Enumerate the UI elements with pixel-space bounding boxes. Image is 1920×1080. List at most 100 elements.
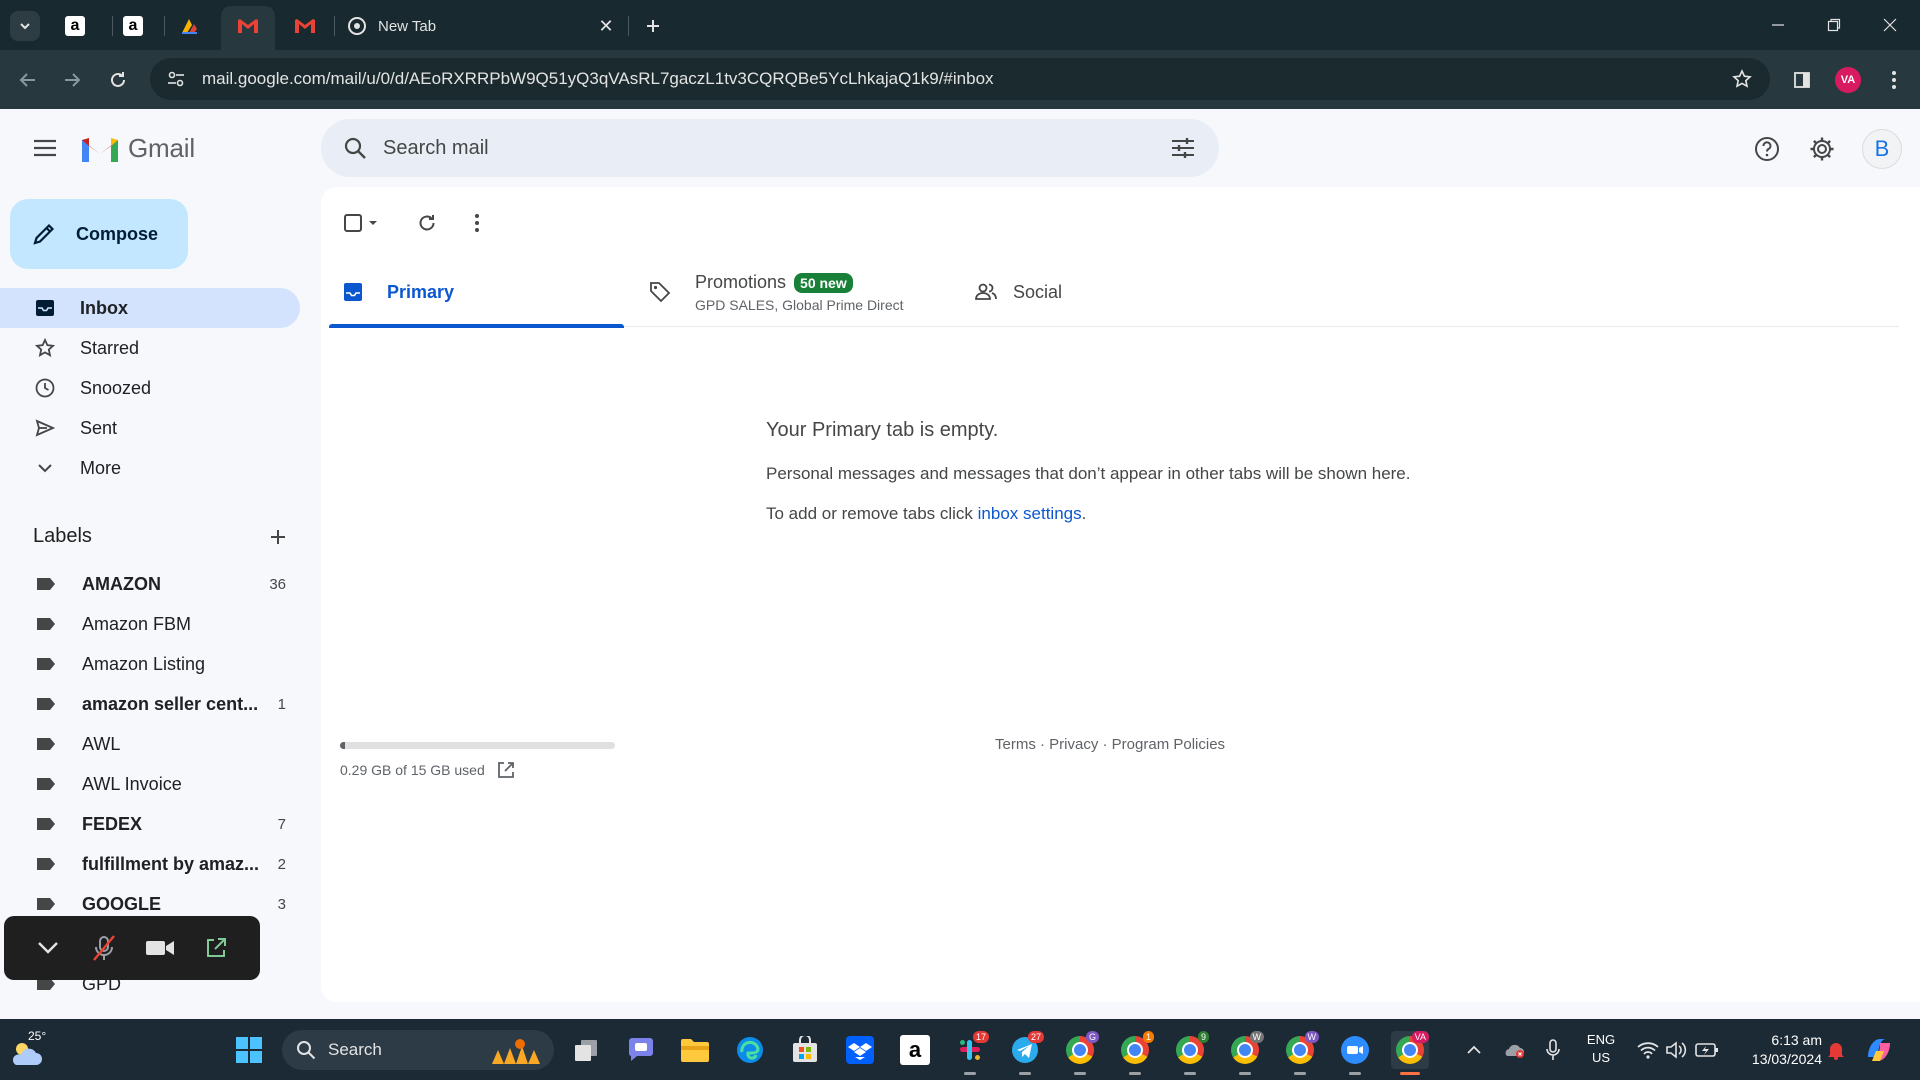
chrome-window-button[interactable]: 9 xyxy=(1171,1031,1209,1075)
reload-button[interactable] xyxy=(102,64,134,96)
browser-menu-button[interactable] xyxy=(1878,64,1910,96)
search-options-icon[interactable] xyxy=(1155,137,1211,159)
more-actions-button[interactable] xyxy=(459,205,495,241)
notification-badge: 17 xyxy=(972,1031,989,1043)
open-external-button[interactable] xyxy=(196,928,236,968)
weather-widget[interactable]: 25° xyxy=(8,1029,54,1071)
profile-badge: G xyxy=(1085,1031,1099,1043)
telegram-button[interactable]: 27 xyxy=(1006,1031,1044,1075)
tab-primary[interactable]: Primary xyxy=(329,257,624,328)
sidebar-item-inbox[interactable]: Inbox xyxy=(0,288,300,328)
url-text[interactable]: mail.google.com/mail/u/0/d/AEoRXRRPbW9Q5… xyxy=(202,69,1722,89)
browser-profile-button[interactable]: VA xyxy=(1832,64,1864,96)
volume-button[interactable] xyxy=(1662,1031,1690,1069)
tab-search-button[interactable] xyxy=(10,11,40,41)
collapse-button[interactable] xyxy=(28,928,68,968)
label-item[interactable]: Amazon Listing xyxy=(0,644,300,684)
new-tab-button[interactable] xyxy=(640,13,666,39)
label-count: 7 xyxy=(277,815,286,833)
account-avatar[interactable]: B xyxy=(1862,129,1902,169)
wifi-icon xyxy=(1637,1042,1659,1059)
address-bar[interactable]: mail.google.com/mail/u/0/d/AEoRXRRPbW9Q5… xyxy=(150,58,1770,100)
tab-promotions[interactable]: Promotions 50 new GPD SALES, Global Prime… xyxy=(649,257,944,327)
main-menu-button[interactable] xyxy=(24,127,66,169)
label-item[interactable]: FEDEX 7 xyxy=(0,804,300,844)
label-item[interactable]: amazon seller cent... 1 xyxy=(0,684,300,724)
settings-button[interactable] xyxy=(1802,129,1842,169)
teams-chat-button[interactable] xyxy=(622,1031,660,1069)
browser-tab-gmail[interactable] xyxy=(278,6,332,46)
sidebar-item-snoozed[interactable]: Snoozed xyxy=(0,368,300,408)
amazon-app-button[interactable]: a xyxy=(896,1031,934,1069)
browser-tab-amazon-2[interactable]: a xyxy=(106,6,160,46)
search-input[interactable] xyxy=(383,136,1155,160)
chrome-window-button[interactable]: W xyxy=(1226,1031,1264,1075)
chrome-window-button[interactable]: G xyxy=(1061,1031,1099,1075)
input-language-indicator[interactable]: ENG US xyxy=(1578,1031,1624,1067)
task-view-button[interactable] xyxy=(567,1031,605,1069)
create-label-button[interactable] xyxy=(264,523,292,551)
label-item[interactable]: AMAZON 36 xyxy=(0,564,300,604)
promotions-senders: GPD SALES, Global Prime Direct xyxy=(695,296,904,313)
tab-label: Primary xyxy=(387,281,455,302)
browser-tab-app[interactable] xyxy=(162,6,216,46)
browser-tab-amazon-1[interactable]: a xyxy=(48,6,102,46)
zoom-button[interactable] xyxy=(1336,1031,1374,1075)
browser-tab-new-tab[interactable]: New Tab ✕ xyxy=(336,6,626,46)
refresh-button[interactable] xyxy=(409,205,445,241)
forward-button[interactable] xyxy=(56,64,88,96)
microphone-tray-button[interactable] xyxy=(1540,1031,1566,1069)
dropbox-icon xyxy=(846,1036,874,1064)
sidebar-item-sent[interactable]: Sent xyxy=(0,408,300,448)
microsoft-store-button[interactable] xyxy=(786,1031,824,1069)
start-button[interactable] xyxy=(230,1031,268,1069)
label-name: Amazon FBM xyxy=(82,613,192,634)
dropbox-button[interactable] xyxy=(841,1031,879,1069)
search-icon[interactable] xyxy=(327,137,383,159)
edge-button[interactable] xyxy=(731,1031,769,1069)
side-panel-button[interactable] xyxy=(1786,64,1818,96)
chrome-window-button[interactable]: W xyxy=(1281,1031,1319,1075)
onedrive-button[interactable] xyxy=(1500,1031,1528,1069)
search-bar[interactable] xyxy=(321,119,1219,177)
label-icon xyxy=(37,898,55,910)
sidebar-item-more[interactable]: More xyxy=(0,448,300,488)
taskbar-search[interactable]: Search xyxy=(282,1030,554,1070)
label-item[interactable]: Amazon FBM xyxy=(0,604,300,644)
battery-button[interactable] xyxy=(1692,1031,1722,1069)
tab-social[interactable]: Social xyxy=(975,257,1270,327)
file-explorer-button[interactable] xyxy=(676,1031,714,1069)
chrome-window-button-active[interactable]: VA xyxy=(1391,1031,1429,1075)
mute-microphone-button[interactable] xyxy=(84,928,124,968)
camera-button[interactable] xyxy=(140,928,180,968)
select-all-checkbox[interactable] xyxy=(339,205,387,241)
bookmark-star-icon[interactable] xyxy=(1722,69,1762,89)
minimize-button[interactable] xyxy=(1750,0,1806,50)
support-button[interactable] xyxy=(1747,129,1787,169)
gmail-logo[interactable]: Gmail xyxy=(80,133,195,164)
label-name: AWL Invoice xyxy=(82,773,182,794)
close-tab-icon[interactable]: ✕ xyxy=(594,14,618,38)
label-item[interactable]: AWL xyxy=(0,724,300,764)
back-button[interactable] xyxy=(12,64,44,96)
compose-button[interactable]: Compose xyxy=(10,199,188,269)
restore-button[interactable] xyxy=(1806,0,1862,50)
label-icon xyxy=(37,658,55,670)
inbox-settings-link[interactable]: inbox settings xyxy=(978,504,1082,523)
gmail-icon xyxy=(295,19,315,33)
sidebar-item-starred[interactable]: Starred xyxy=(0,328,300,368)
copilot-button[interactable] xyxy=(1862,1031,1896,1069)
open-external-icon[interactable] xyxy=(497,761,515,779)
label-item[interactable]: AWL Invoice xyxy=(0,764,300,804)
notifications-button[interactable] xyxy=(1822,1031,1850,1069)
site-settings-icon[interactable] xyxy=(156,58,196,100)
footer-links[interactable]: Terms · Privacy · Program Policies xyxy=(995,736,1225,753)
wifi-button[interactable] xyxy=(1634,1031,1662,1069)
chrome-window-button[interactable]: 1 xyxy=(1116,1031,1154,1075)
label-item[interactable]: fulfillment by amaz... 2 xyxy=(0,844,300,884)
browser-tab-gmail-active-icon[interactable] xyxy=(221,6,275,46)
slack-button[interactable]: 17 xyxy=(951,1031,989,1075)
show-hidden-icons-button[interactable] xyxy=(1460,1031,1488,1069)
system-clock[interactable]: 6:13 am 13/03/2024 xyxy=(1732,1031,1822,1069)
close-window-button[interactable] xyxy=(1862,0,1918,50)
